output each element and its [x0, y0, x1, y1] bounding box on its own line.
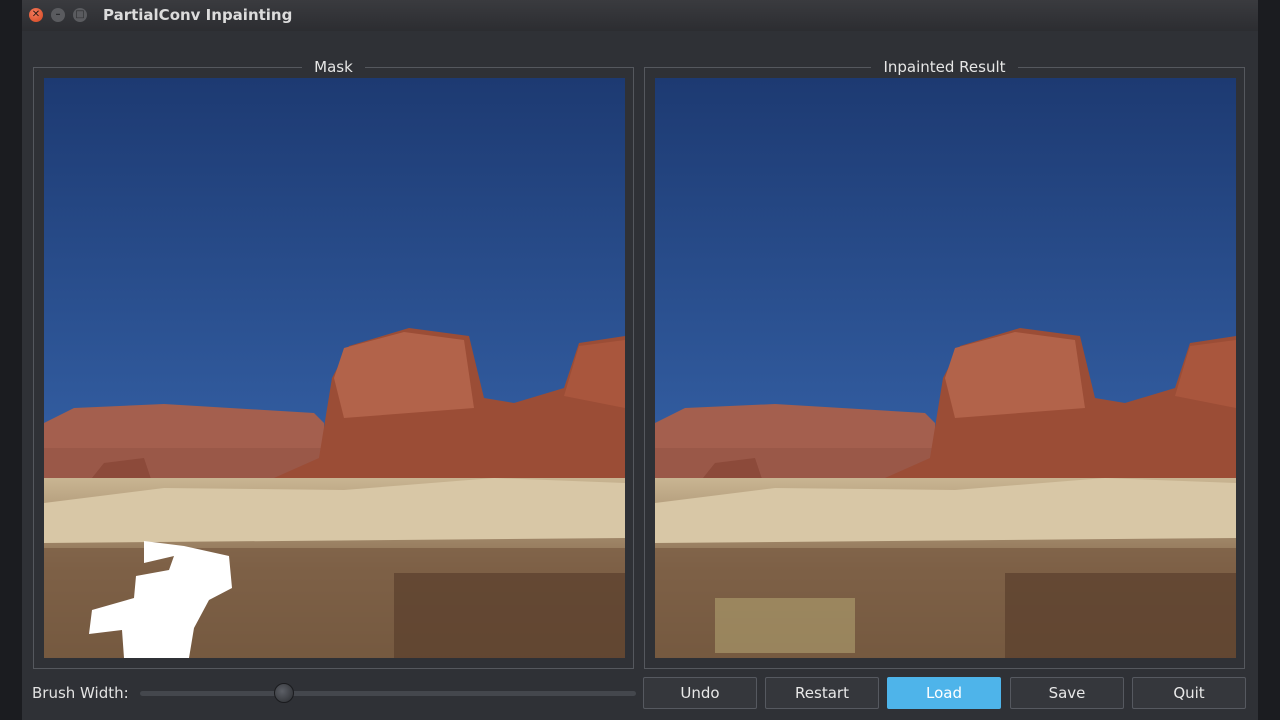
minimize-icon: –	[55, 9, 61, 20]
brush-width-slider-handle[interactable]	[273, 683, 294, 703]
mask-panel-title: Mask	[302, 58, 365, 76]
close-window-button[interactable]: ✕	[29, 8, 43, 22]
brush-width-slider[interactable]	[140, 691, 636, 696]
maximize-window-button[interactable]: □	[73, 8, 87, 22]
result-panel-title: Inpainted Result	[871, 58, 1018, 76]
quit-button[interactable]: Quit	[1132, 677, 1246, 709]
undo-button[interactable]: Undo	[643, 677, 757, 709]
brush-width-label: Brush Width:	[32, 684, 129, 702]
close-icon: ✕	[31, 9, 41, 20]
title-bar: ✕ – □ PartialConv Inpainting	[22, 0, 1258, 31]
mask-canvas[interactable]	[44, 78, 625, 658]
mask-panel: Mask	[33, 58, 634, 669]
save-button[interactable]: Save	[1010, 677, 1124, 709]
maximize-icon: □	[75, 9, 85, 20]
restart-button[interactable]: Restart	[765, 677, 879, 709]
result-canvas	[655, 78, 1236, 658]
load-button[interactable]: Load	[887, 677, 1001, 709]
result-panel: Inpainted Result	[644, 58, 1245, 669]
window-title: PartialConv Inpainting	[103, 6, 293, 24]
minimize-window-button[interactable]: –	[51, 8, 65, 22]
app-window: ✕ – □ PartialConv Inpainting Mask Inpain…	[22, 0, 1258, 720]
